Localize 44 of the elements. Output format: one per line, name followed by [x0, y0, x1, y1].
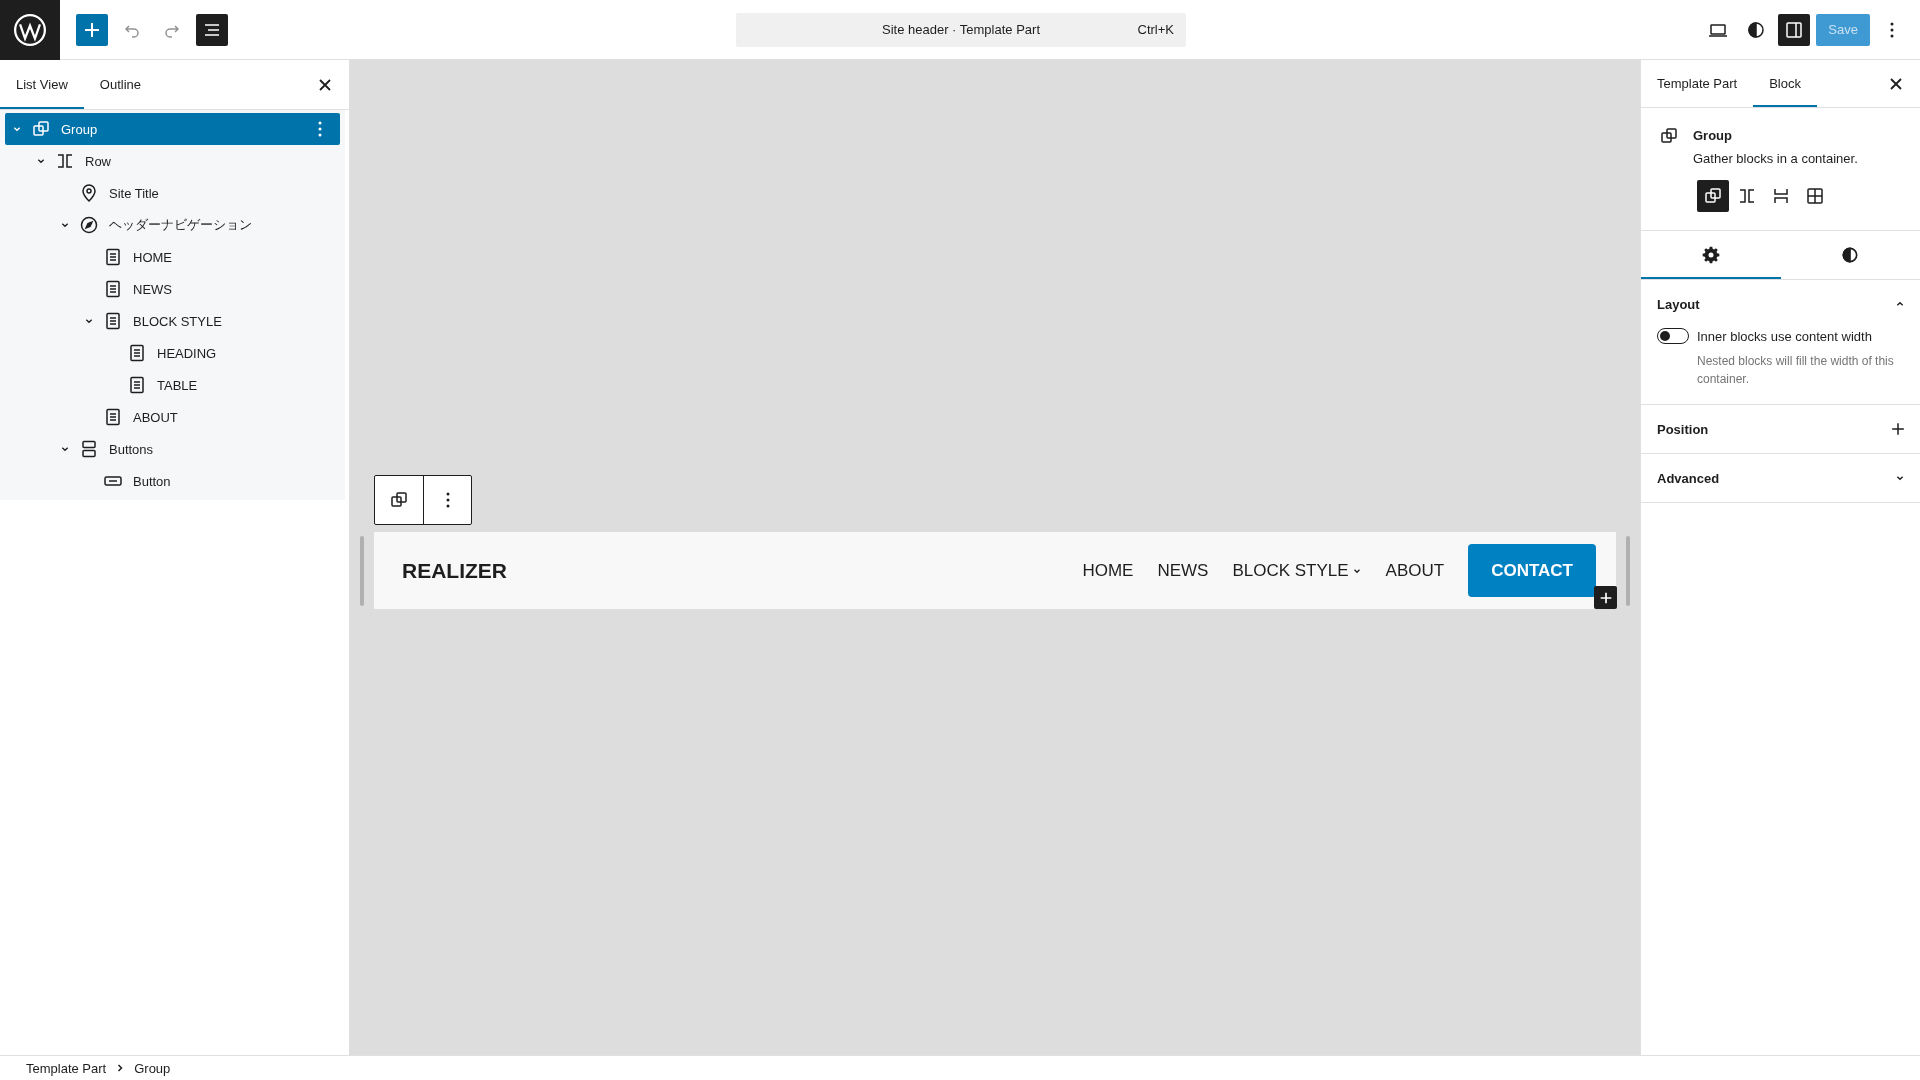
- variation-button[interactable]: [1697, 180, 1729, 212]
- list-view-button[interactable]: [196, 13, 228, 46]
- command-bar[interactable]: Site header · Template Part Ctrl+K: [736, 12, 1186, 47]
- toggle-label: Inner blocks use content width: [1697, 328, 1872, 344]
- block-description: Gather blocks in a container.: [1693, 151, 1858, 166]
- section-header[interactable]: Advanced: [1641, 454, 1920, 502]
- tree-item[interactable]: NEWS: [5, 273, 340, 305]
- sidebar-tab[interactable]: Template Part: [1641, 60, 1754, 107]
- nav-link[interactable]: ABOUT: [1385, 560, 1445, 581]
- add-block-button[interactable]: [1594, 586, 1617, 609]
- tree-item[interactable]: Site Title: [5, 177, 340, 209]
- block-title: Group: [1693, 128, 1733, 143]
- tree-item[interactable]: Row: [5, 145, 340, 177]
- site-title: REALIZER: [402, 558, 507, 583]
- tree-item[interactable]: Group: [5, 113, 340, 145]
- nav-link[interactable]: BLOCK STYLE: [1232, 560, 1362, 581]
- resize-handle[interactable]: [360, 535, 364, 606]
- contact-button[interactable]: CONTACT: [1468, 544, 1596, 597]
- settings-button[interactable]: [1778, 13, 1811, 46]
- tree-item[interactable]: TABLE: [5, 369, 340, 401]
- section-header[interactable]: Layout: [1641, 280, 1920, 328]
- panel-tab[interactable]: List View: [0, 60, 84, 109]
- nav-link[interactable]: NEWS: [1157, 560, 1209, 581]
- tree-item[interactable]: Buttons: [5, 433, 340, 465]
- section-header[interactable]: Position: [1641, 405, 1920, 453]
- help-text: Nested blocks will fill the width of this container.: [1697, 353, 1895, 388]
- tree-item[interactable]: ABOUT: [5, 401, 340, 433]
- panel-tab[interactable]: Outline: [83, 60, 157, 109]
- gear-icon: [1700, 244, 1721, 265]
- breadcrumb-link[interactable]: Group: [134, 1060, 171, 1076]
- resize-handle[interactable]: [1626, 535, 1630, 606]
- add-block-button[interactable]: [76, 13, 108, 46]
- nav-link[interactable]: HOME: [1082, 560, 1134, 581]
- tree-item[interactable]: Button: [5, 465, 340, 497]
- logo-icon[interactable]: [0, 0, 60, 60]
- tree-item[interactable]: HOME: [5, 241, 340, 273]
- sidebar-tab[interactable]: Block: [1753, 60, 1817, 107]
- tree-item[interactable]: HEADING: [5, 337, 340, 369]
- shortcut-text: Ctrl+K: [1137, 22, 1174, 37]
- toggle-switch[interactable]: [1657, 328, 1689, 344]
- breadcrumb-link[interactable]: Template Part: [26, 1060, 107, 1076]
- tree-item[interactable]: ヘッダーナビゲーション: [5, 209, 340, 241]
- tree-item[interactable]: BLOCK STYLE: [5, 305, 340, 337]
- document-title: Site header · Template Part: [882, 22, 1040, 37]
